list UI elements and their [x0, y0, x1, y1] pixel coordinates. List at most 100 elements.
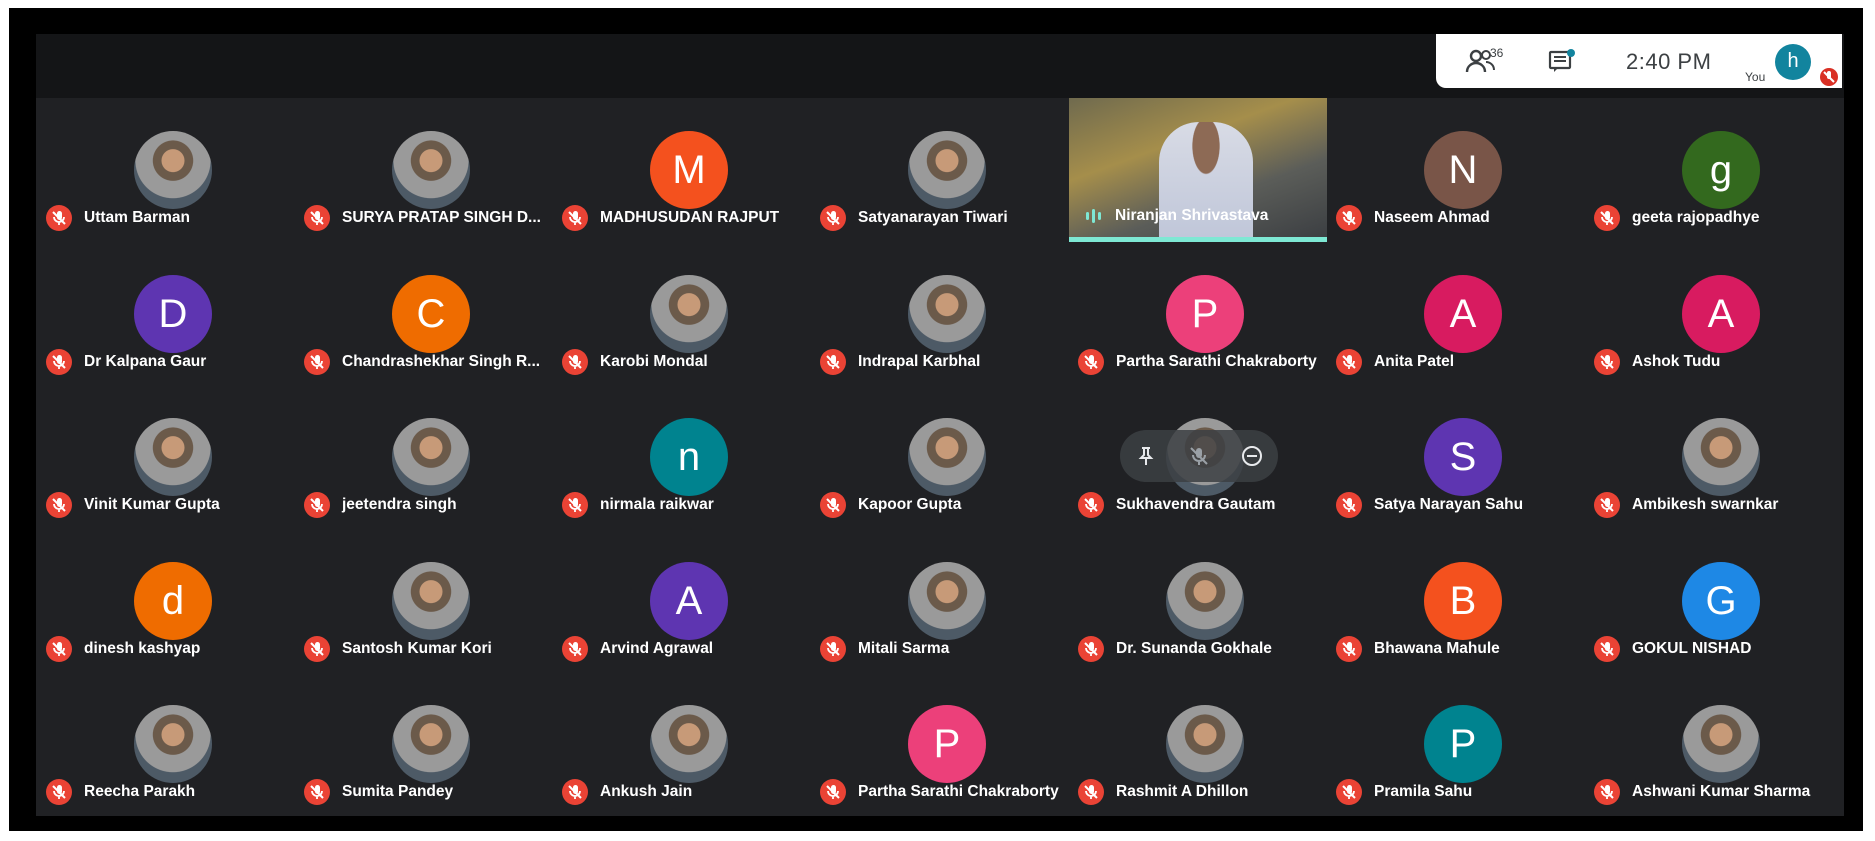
- participant-tile[interactable]: P Partha Sarathi Chakraborty: [1078, 275, 1328, 411]
- participant-avatar: [908, 275, 986, 353]
- participant-tile[interactable]: G GOKUL NISHAD: [1594, 562, 1844, 698]
- participant-label: Satya Narayan Sahu: [1336, 490, 1596, 520]
- participant-name: Niranjan Shrivastava: [1115, 207, 1269, 224]
- participant-name: Ankush Jain: [600, 783, 693, 800]
- participant-avatar: A: [1682, 275, 1760, 353]
- participant-video-tile[interactable]: Niranjan Shrivastava: [1069, 98, 1327, 242]
- participant-avatar: A: [650, 562, 728, 640]
- participant-tile[interactable]: Rashmit A Dhillon: [1078, 705, 1328, 841]
- pin-button[interactable]: [1126, 436, 1166, 476]
- participant-name: Vinit Kumar Gupta: [84, 496, 220, 513]
- participant-tile[interactable]: P Partha Sarathi Chakraborty: [820, 705, 1070, 841]
- participant-avatar: M: [650, 131, 728, 209]
- participant-label: Arvind Agrawal: [562, 634, 822, 664]
- chat-icon[interactable]: [1548, 48, 1576, 74]
- participant-avatar: P: [1424, 705, 1502, 783]
- participant-avatar: B: [1424, 562, 1502, 640]
- participant-tile[interactable]: g geeta rajopadhye: [1594, 131, 1844, 267]
- participant-tile[interactable]: Indrapal Karbhal: [820, 275, 1070, 411]
- participant-avatar: [1166, 562, 1244, 640]
- participant-tile[interactable]: A Arvind Agrawal: [562, 562, 812, 698]
- participant-label: Kapoor Gupta: [820, 490, 1080, 520]
- participant-tile[interactable]: M MADHUSUDAN RAJPUT: [562, 131, 812, 267]
- participant-avatar: [1682, 418, 1760, 496]
- participant-tile[interactable]: Uttam Barman: [46, 131, 296, 267]
- participant-name: Pramila Sahu: [1374, 783, 1473, 800]
- mic-off-icon: [820, 492, 846, 518]
- participant-label: Uttam Barman: [46, 203, 306, 233]
- participant-name: Sumita Pandey: [342, 783, 454, 800]
- remove-participant-button[interactable]: [1232, 436, 1272, 476]
- participant-tile[interactable]: D Dr Kalpana Gaur: [46, 275, 296, 411]
- participant-tile[interactable]: C Chandrashekhar Singh R...: [304, 275, 554, 411]
- participant-avatar: N: [1424, 131, 1502, 209]
- mic-off-icon: [46, 205, 72, 231]
- mic-off-icon: [1336, 779, 1362, 805]
- participant-tile[interactable]: S Satya Narayan Sahu: [1336, 418, 1586, 554]
- participant-name: Arvind Agrawal: [600, 640, 714, 657]
- participant-avatar: P: [908, 705, 986, 783]
- mic-off-icon: [1594, 349, 1620, 375]
- participant-tile[interactable]: Karobi Mondal: [562, 275, 812, 411]
- participant-tile[interactable]: SURYA PRATAP SINGH D...: [304, 131, 554, 267]
- participant-tile[interactable]: Vinit Kumar Gupta: [46, 418, 296, 554]
- participant-label: Anita Patel: [1336, 347, 1596, 377]
- participant-tile[interactable]: Reecha Parakh: [46, 705, 296, 841]
- meeting-time: 2:40 PM: [1626, 49, 1712, 74]
- speaking-indicator-icon: [1086, 209, 1101, 223]
- self-avatar[interactable]: h: [1775, 44, 1811, 80]
- participant-name: Santosh Kumar Kori: [342, 640, 492, 657]
- participant-avatar: g: [1682, 131, 1760, 209]
- participant-avatar: D: [134, 275, 212, 353]
- mic-off-icon: [562, 349, 588, 375]
- participant-avatar: G: [1682, 562, 1760, 640]
- participant-label: Ambikesh swarnkar: [1594, 490, 1854, 520]
- mic-off-icon: [1078, 779, 1104, 805]
- participant-name: jeetendra singh: [342, 496, 457, 513]
- participant-avatar: [392, 705, 470, 783]
- participant-name: SURYA PRATAP SINGH D...: [342, 209, 541, 226]
- participant-tile[interactable]: Satyanarayan Tiwari: [820, 131, 1070, 267]
- participant-name: Ashwani Kumar Sharma: [1632, 783, 1811, 800]
- participant-name: GOKUL NISHAD: [1632, 640, 1752, 657]
- participant-tile[interactable]: Mitali Sarma: [820, 562, 1070, 698]
- participant-tile[interactable]: n nirmala raikwar: [562, 418, 812, 554]
- participant-tile[interactable]: A Anita Patel: [1336, 275, 1586, 411]
- participant-tile[interactable]: P Pramila Sahu: [1336, 705, 1586, 841]
- mic-off-icon: [304, 492, 330, 518]
- participant-avatar: [134, 418, 212, 496]
- participant-label: dinesh kashyap: [46, 634, 306, 664]
- participant-tile[interactable]: N Naseem Ahmad: [1336, 131, 1586, 267]
- participant-tile[interactable]: A Ashok Tudu: [1594, 275, 1844, 411]
- participant-tile[interactable]: B Bhawana Mahule: [1336, 562, 1586, 698]
- participant-tile[interactable]: d dinesh kashyap: [46, 562, 296, 698]
- participant-avatar: S: [1424, 418, 1502, 496]
- participant-label: MADHUSUDAN RAJPUT: [562, 203, 822, 233]
- participant-avatar: [392, 131, 470, 209]
- mic-off-icon: [304, 636, 330, 662]
- participant-avatar: d: [134, 562, 212, 640]
- mic-off-icon: [562, 636, 588, 662]
- mic-off-icon: [304, 779, 330, 805]
- participant-name: Reecha Parakh: [84, 783, 196, 800]
- participant-tile[interactable]: Dr. Sunanda Gokhale: [1078, 562, 1328, 698]
- participant-label: Pramila Sahu: [1336, 777, 1596, 807]
- participant-avatar: [392, 562, 470, 640]
- participant-tile[interactable]: Ambikesh swarnkar: [1594, 418, 1844, 554]
- participant-avatar: [908, 131, 986, 209]
- mic-off-icon: [1336, 349, 1362, 375]
- participant-tile[interactable]: Sumita Pandey: [304, 705, 554, 841]
- participant-tile[interactable]: Ankush Jain: [562, 705, 812, 841]
- participant-tile[interactable]: Kapoor Gupta: [820, 418, 1070, 554]
- mute-participant-button[interactable]: [1179, 436, 1219, 476]
- mic-off-icon: [820, 779, 846, 805]
- mic-off-icon: [1336, 205, 1362, 231]
- participant-label: Indrapal Karbhal: [820, 347, 1080, 377]
- participant-avatar: C: [392, 275, 470, 353]
- participant-avatar: [650, 705, 728, 783]
- mic-off-icon: [820, 205, 846, 231]
- participant-tile[interactable]: jeetendra singh: [304, 418, 554, 554]
- participant-avatar: [1682, 705, 1760, 783]
- participant-tile[interactable]: Ashwani Kumar Sharma: [1594, 705, 1844, 841]
- participant-tile[interactable]: Santosh Kumar Kori: [304, 562, 554, 698]
